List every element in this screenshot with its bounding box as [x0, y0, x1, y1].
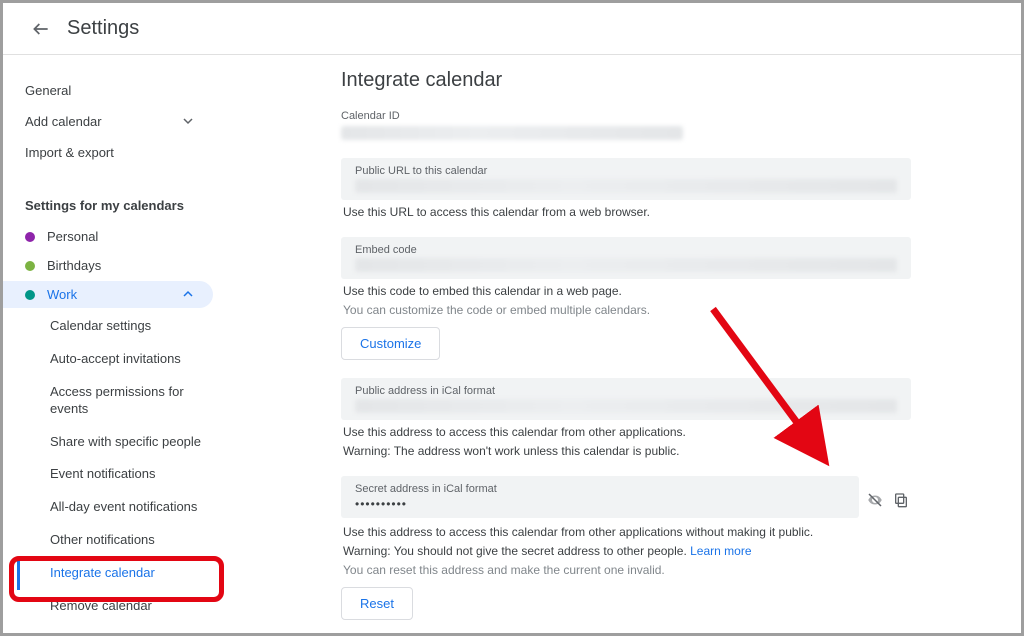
public-url-label: Public URL to this calendar	[355, 165, 897, 177]
ical-secret-helper-2: Warning: You should not give the secret …	[343, 544, 909, 558]
calendar-id-label: Calendar ID	[341, 110, 911, 122]
sub-other-notifications[interactable]: Other notifications	[17, 524, 227, 557]
sub-share-people[interactable]: Share with specific people	[17, 426, 227, 459]
ical-public-helper-1: Use this address to access this calendar…	[343, 425, 909, 439]
page-title: Settings	[67, 17, 139, 40]
sidebar-item-label: Import & export	[25, 145, 114, 160]
ical-secret-block[interactable]: Secret address in iCal format ••••••••••	[341, 476, 859, 518]
public-url-value	[355, 179, 897, 193]
sidebar-item-label: Add calendar	[25, 114, 102, 129]
calendar-name: Birthdays	[47, 258, 101, 273]
public-url-block[interactable]: Public URL to this calendar	[341, 158, 911, 200]
ical-public-label: Public address in iCal format	[355, 385, 897, 397]
sidebar: General Add calendar Import & export Set…	[3, 55, 233, 633]
visibility-off-icon[interactable]	[865, 490, 885, 510]
sub-integrate-calendar[interactable]: Integrate calendar	[17, 557, 227, 590]
calendar-name: Work	[47, 287, 77, 302]
main-content: Integrate calendar Calendar ID Public UR…	[233, 55, 1021, 633]
section-heading: Integrate calendar	[341, 69, 911, 92]
sub-auto-accept[interactable]: Auto-accept invitations	[17, 343, 227, 376]
calendar-id-value	[341, 126, 683, 140]
ical-public-block[interactable]: Public address in iCal format	[341, 378, 911, 420]
sidebar-calendar-birthdays[interactable]: Birthdays	[3, 252, 213, 279]
copy-icon[interactable]	[891, 490, 911, 510]
ical-secret-helper-3: You can reset this address and make the …	[343, 563, 909, 577]
sub-remove-calendar[interactable]: Remove calendar	[17, 590, 227, 623]
calendar-color-dot	[25, 290, 35, 300]
sidebar-item-general[interactable]: General	[3, 75, 213, 106]
ical-secret-warning-text: Warning: You should not give the secret …	[343, 544, 690, 558]
ical-public-helper-2: Warning: The address won't work unless t…	[343, 444, 909, 458]
sidebar-calendar-personal[interactable]: Personal	[3, 223, 213, 250]
customize-button[interactable]: Customize	[341, 327, 440, 360]
sidebar-calendar-work[interactable]: Work	[3, 281, 213, 308]
ical-secret-helper-1: Use this address to access this calendar…	[343, 525, 909, 539]
chevron-down-icon	[183, 115, 203, 129]
embed-helper-2: You can customize the code or embed mult…	[343, 303, 909, 317]
sidebar-item-label: General	[25, 83, 71, 98]
embed-code-label: Embed code	[355, 244, 897, 256]
sidebar-item-add-calendar[interactable]: Add calendar	[3, 106, 213, 137]
sub-allday-notifications[interactable]: All-day event notifications	[17, 491, 227, 524]
ical-secret-label: Secret address in iCal format	[355, 483, 845, 495]
sub-access-permissions[interactable]: Access permissions for events	[17, 376, 227, 426]
reset-button[interactable]: Reset	[341, 587, 413, 620]
chevron-up-icon	[183, 288, 203, 302]
calendar-name: Personal	[47, 229, 98, 244]
back-icon[interactable]	[31, 19, 51, 39]
sidebar-item-import-export[interactable]: Import & export	[3, 137, 213, 168]
sub-event-notifications[interactable]: Event notifications	[17, 458, 227, 491]
calendar-color-dot	[25, 232, 35, 242]
public-url-helper: Use this URL to access this calendar fro…	[343, 205, 909, 219]
calendar-color-dot	[25, 261, 35, 271]
sidebar-section-header: Settings for my calendars	[3, 188, 233, 221]
embed-code-value	[355, 258, 897, 272]
ical-public-value	[355, 399, 897, 413]
sub-calendar-settings[interactable]: Calendar settings	[17, 310, 227, 343]
ical-secret-value: ••••••••••	[355, 497, 845, 511]
embed-helper-1: Use this code to embed this calendar in …	[343, 284, 909, 298]
embed-code-block[interactable]: Embed code	[341, 237, 911, 279]
learn-more-link[interactable]: Learn more	[690, 544, 751, 558]
